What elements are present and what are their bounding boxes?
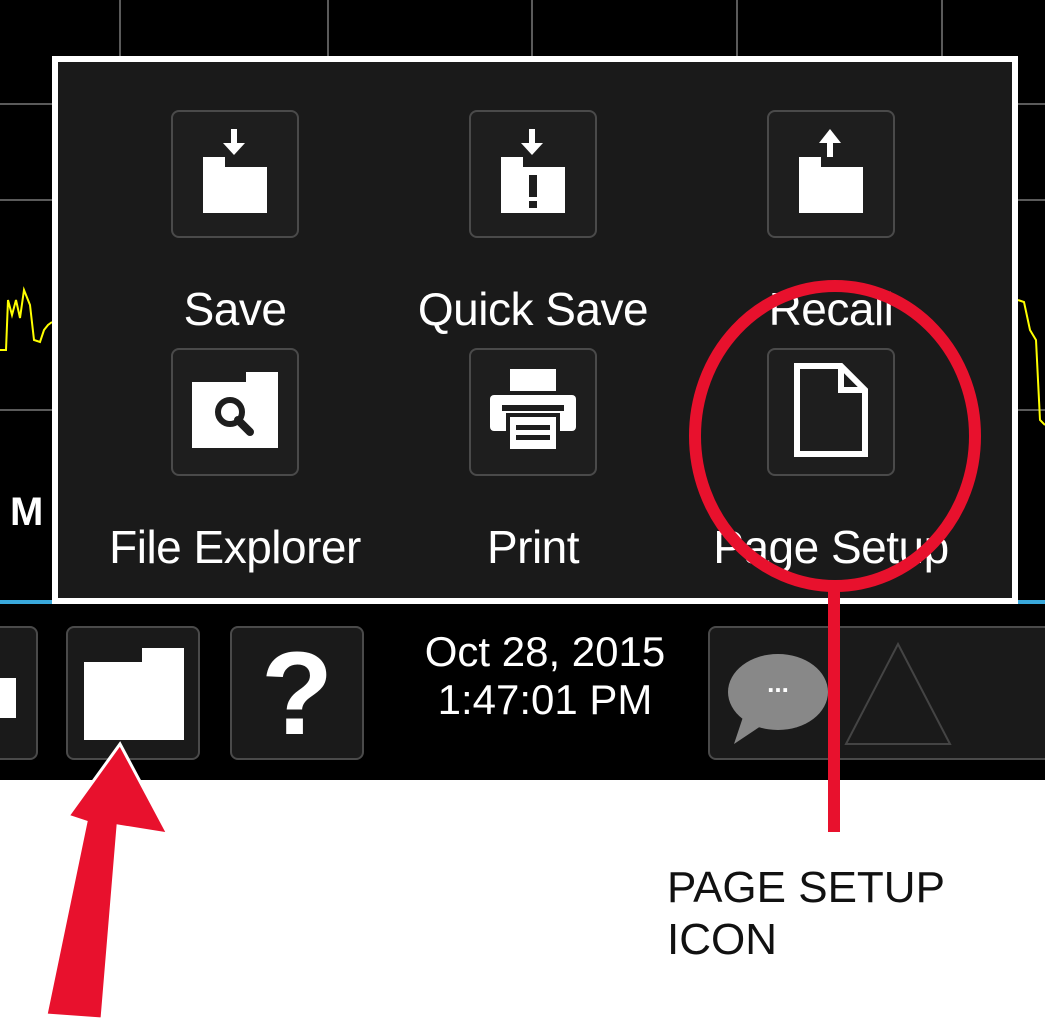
save-button[interactable] [171,110,299,238]
page-setup-label: Page Setup [713,521,949,573]
date-text: Oct 28, 2015 [424,628,666,675]
question-mark-icon: ? [260,628,334,760]
date-time-display: Oct 28, 2015 1:47:01 PM [380,628,710,724]
quick-save-button[interactable] [469,110,597,238]
help-button[interactable]: ? [230,626,364,760]
page-setup-icon [791,362,871,463]
quick-save-folder-icon [493,127,573,222]
printer-icon [488,365,578,460]
callout-caption: PAGE SETUP ICON [667,862,945,966]
recall-label: Recall [768,283,894,335]
red-arrow [44,741,171,1019]
instrument-screen: M Save Quick Save Recall File Explorer P… [0,0,1045,780]
message-dots: ... [767,668,789,698]
page-setup-button[interactable] [767,348,895,476]
save-label: Save [183,283,287,335]
time-text: 1:47:01 PM [437,676,653,723]
file-menu-button[interactable] [66,626,200,760]
print-button[interactable] [469,348,597,476]
quick-save-label: Quick Save [417,283,649,335]
file-menu-popup: Save Quick Save Recall File Explorer Pri… [52,56,1018,604]
recall-folder-icon [791,127,871,222]
partial-marker-label: M [10,490,44,534]
file-explorer-label: File Explorer [109,521,361,573]
status-area[interactable]: ... [708,626,1045,760]
recall-button[interactable] [767,110,895,238]
save-folder-icon [195,127,275,222]
file-explorer-icon [190,370,280,455]
partial-taskbar-button[interactable] [0,626,38,760]
file-explorer-button[interactable] [171,348,299,476]
print-label: Print [486,521,580,573]
caption-line-1: PAGE SETUP [667,863,945,912]
caption-line-2: ICON [667,915,777,964]
